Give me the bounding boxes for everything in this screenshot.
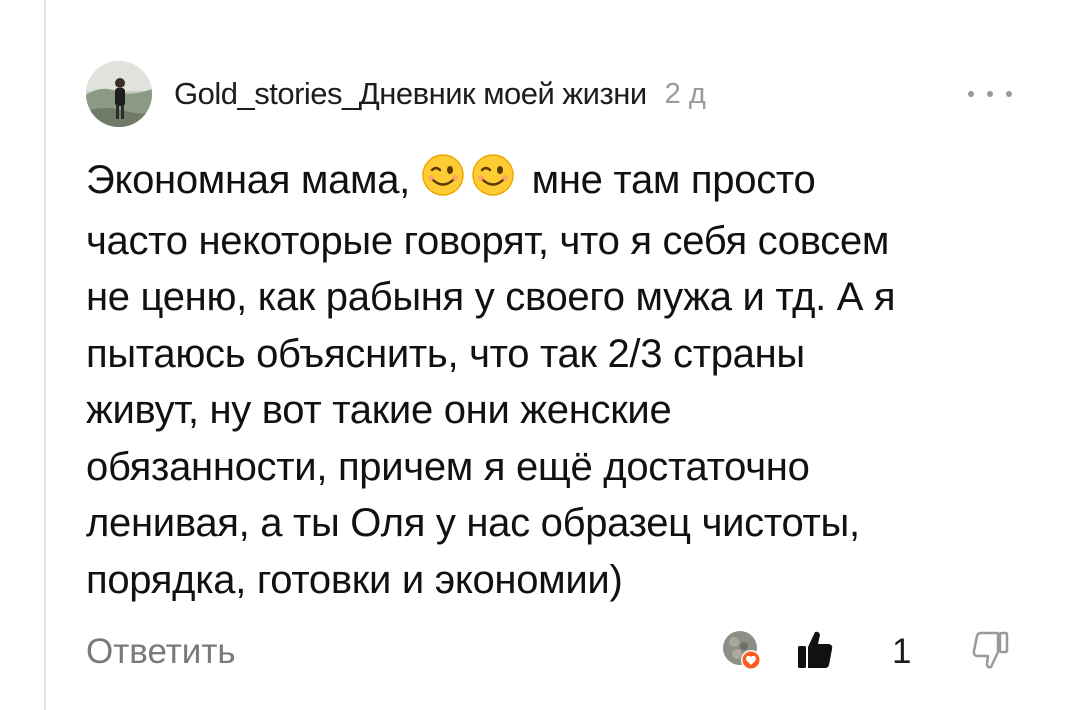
reply-button[interactable]: Ответить <box>86 632 236 672</box>
thread-line <box>44 0 46 710</box>
comment-line-2: часто некоторые говорят, что я себя совс… <box>86 218 890 263</box>
comment-line-7: ленивая, а ты Оля у нас образец чистоты, <box>86 501 860 545</box>
comment-line-1-text-cont: мне там просто <box>531 158 816 202</box>
comment-footer: Ответить 1 <box>86 626 1020 682</box>
comment-text: Экономная мама, мне там просто часто нек <box>86 152 1046 608</box>
author-name[interactable]: Gold_stories_Дневник моей жизни <box>174 76 647 112</box>
wink-emoji-icon <box>471 153 515 213</box>
comment-line-1-text: Экономная мама, <box>86 158 410 202</box>
comment-line-6: обязанности, причем я ещё достаточно <box>86 444 810 489</box>
wink-emoji-icon <box>421 153 465 213</box>
reactor-avatar[interactable] <box>722 630 762 670</box>
author-avatar[interactable] <box>86 61 152 127</box>
comment-header: Gold_stories_Дневник моей жизни 2 д <box>86 60 1020 128</box>
comment-line-5: живут, ну вот такие они женские <box>86 388 672 432</box>
thumbs-up-icon[interactable] <box>792 626 838 672</box>
like-count: 1 <box>892 632 912 671</box>
comment-line-4: пытаюсь объяснить, что так 2/3 страны <box>86 331 805 376</box>
comment-line-1: Экономная мама, мне там просто <box>86 152 1046 213</box>
heart-icon <box>741 650 761 670</box>
thumbs-down-icon[interactable] <box>966 628 1012 674</box>
comment-line-8: порядка, готовки и экономии) <box>86 557 623 602</box>
comment-line-3: не ценю, как рабыня у своего мужа и тд. … <box>86 275 896 319</box>
comment-time: 2 д <box>664 77 706 110</box>
more-dots-icon[interactable] <box>968 82 1012 106</box>
